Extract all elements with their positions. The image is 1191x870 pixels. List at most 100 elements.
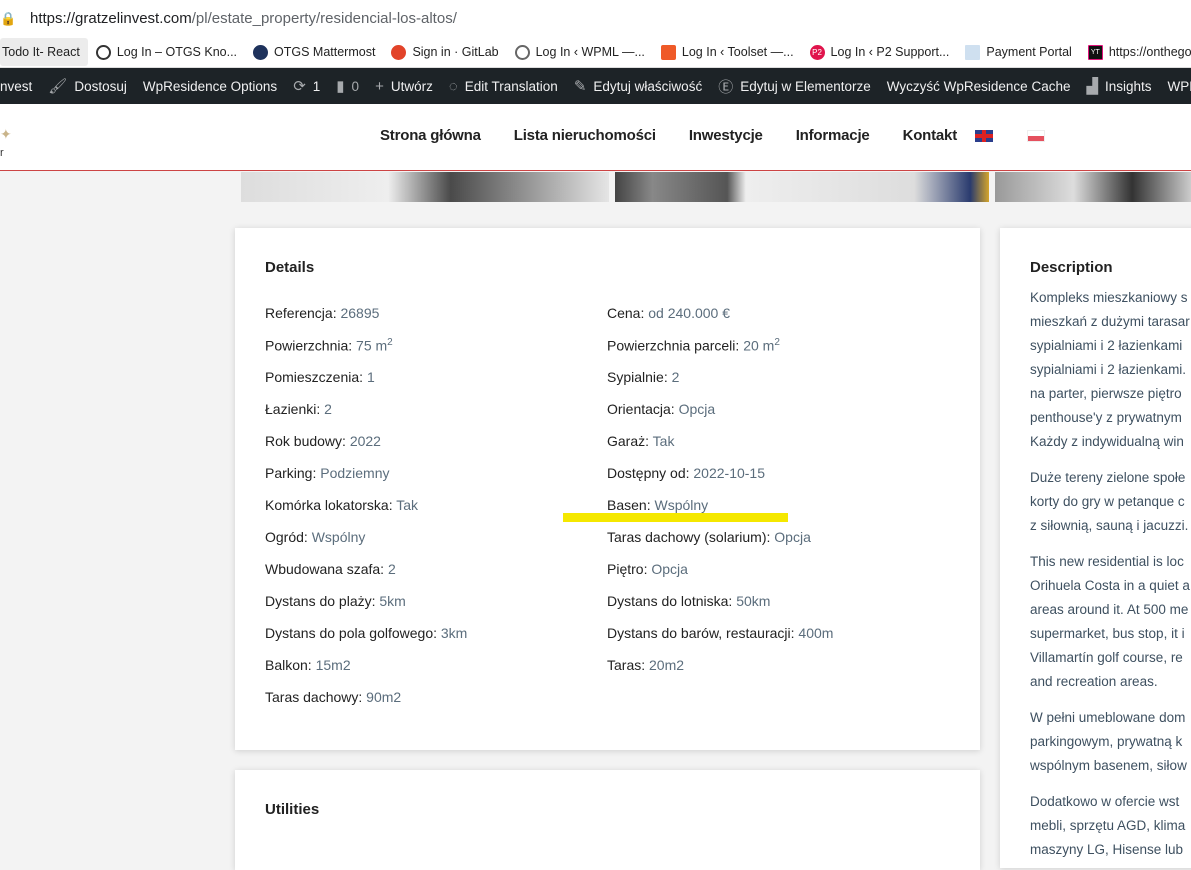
- detail-label: Cena:: [607, 305, 645, 321]
- gallery-image[interactable]: [241, 172, 609, 202]
- bookmark-wpml[interactable]: Log In ‹ WPML —...: [507, 38, 653, 66]
- description-line: W pełni umeblowane dom: [1030, 710, 1186, 725]
- admin-elementor[interactable]: Ⓔ Edytuj w Elementorze: [710, 76, 879, 97]
- detail-row: Pomieszczenia: 1: [265, 369, 375, 385]
- description-line: Dodatkowo w ofercie wst: [1030, 794, 1180, 809]
- admin-edit-property[interactable]: ✎ Edytuj właściwość: [566, 77, 710, 95]
- detail-label: Powierzchnia:: [265, 337, 353, 354]
- power-icon: [95, 44, 111, 60]
- detail-value: Opcja: [774, 529, 811, 545]
- gallery-image[interactable]: [615, 172, 989, 202]
- bookmarks-bar: Todo It- React Log In – OTGS Kno... OTGS…: [0, 37, 1191, 68]
- description-line: Villamartín golf course, re: [1030, 650, 1183, 665]
- flag-pl-icon[interactable]: [1027, 130, 1045, 142]
- bookmark-onthego[interactable]: YThttps://onthegosyst...: [1080, 38, 1191, 66]
- admin-updates[interactable]: ⟳ 1: [285, 77, 328, 95]
- admin-comments[interactable]: ▮ 0: [328, 77, 367, 95]
- detail-label: Wbudowana szafa:: [265, 561, 385, 577]
- details-card: Details Referencja: 26895 Powierzchnia: 7…: [235, 228, 980, 750]
- detail-row: Parking: Podziemny: [265, 465, 390, 481]
- highlight-mark: [563, 513, 788, 522]
- detail-label: Referencja:: [265, 305, 337, 321]
- detail-label: Basen:: [607, 497, 651, 513]
- mattermost-icon: [253, 44, 269, 60]
- description-line: dekoracje, pościel, ręcznik: [1030, 866, 1188, 868]
- admin-more[interactable]: WPFo: [1160, 79, 1191, 94]
- description-card: Description Kompleks mieszkaniowy s miesz…: [1000, 228, 1191, 868]
- detail-value: Tak: [396, 497, 419, 513]
- p2-icon: P2: [809, 44, 825, 60]
- detail-row: Dystans do plaży: 5km: [265, 593, 406, 609]
- admin-edit-translation[interactable]: ◌ Edit Translation: [441, 78, 566, 95]
- detail-label: Pomieszczenia:: [265, 369, 364, 385]
- youtrack-icon: YT: [1087, 44, 1103, 60]
- detail-row: Basen: Wspólny: [607, 497, 708, 513]
- admin-insights[interactable]: ▟ Insights: [1078, 77, 1159, 95]
- bookmark-otgs-kb[interactable]: Log In – OTGS Kno...: [88, 38, 245, 66]
- wp-admin-bar: nvest 🖌 Dostosuj WpResidence Options ⟳ 1 ▮…: [0, 68, 1191, 104]
- description-line: supermarket, bus stop, it i: [1030, 626, 1185, 641]
- detail-label: Piętro:: [607, 561, 648, 577]
- detail-row: Powierzchnia: 75 m2: [265, 337, 393, 354]
- detail-value: 2022-10-15: [693, 465, 766, 481]
- detail-value: od 240.000 €: [648, 305, 730, 321]
- nav-investments[interactable]: Inwestycje: [689, 127, 763, 144]
- detail-label: Taras dachowy:: [265, 689, 363, 705]
- document-icon: [965, 44, 981, 60]
- bookmark-payment[interactable]: Payment Portal: [957, 38, 1079, 66]
- detail-label: Łazienki:: [265, 401, 321, 417]
- detail-value: Wspólny: [654, 497, 709, 513]
- bookmark-todo[interactable]: Todo It- React: [0, 38, 88, 66]
- admin-clear-cache[interactable]: Wyczyść WpResidence Cache: [879, 79, 1079, 94]
- bookmark-gitlab[interactable]: Sign in · GitLab: [383, 38, 506, 66]
- nav-info[interactable]: Informacje: [796, 127, 870, 144]
- toolset-icon: [660, 44, 676, 60]
- gallery-image[interactable]: [995, 172, 1191, 202]
- detail-value: 400m: [798, 625, 834, 641]
- pencil-icon: ✎: [573, 78, 587, 95]
- elementor-icon: Ⓔ: [718, 78, 734, 96]
- detail-label: Powierzchnia parceli:: [607, 337, 740, 354]
- description-line: penthouse'y z prywatnym: [1030, 410, 1182, 425]
- description-line: sypialniami i 2 łazienkami.: [1030, 362, 1187, 377]
- bookmark-toolset[interactable]: Log In ‹ Toolset —...: [653, 38, 802, 66]
- admin-new[interactable]: + Utwórz: [367, 78, 441, 95]
- detail-label: Ogród:: [265, 529, 308, 545]
- description-line: wspólnym basenem, siłow: [1030, 758, 1187, 773]
- detail-row: Referencja: 26895: [265, 305, 379, 321]
- detail-value: 20m2: [649, 657, 685, 673]
- detail-row: Dostępny od: 2022-10-15: [607, 465, 765, 481]
- nav-contact[interactable]: Kontakt: [903, 127, 958, 144]
- address-bar[interactable]: 🔒 https://gratzelinvest.com/pl/estate_pr…: [0, 0, 1191, 37]
- description-line: z siłownią, sauną i jacuzzi.: [1030, 518, 1189, 533]
- admin-options[interactable]: WpResidence Options: [135, 79, 285, 94]
- detail-value: 90m2: [366, 689, 402, 705]
- detail-label: Taras dachowy (solarium):: [607, 529, 771, 545]
- admin-customize[interactable]: 🖌 Dostosuj: [40, 77, 135, 95]
- detail-label: Sypialnie:: [607, 369, 668, 385]
- detail-label: Dystans do lotniska:: [607, 593, 733, 609]
- detail-label: Taras:: [607, 657, 646, 673]
- admin-site[interactable]: nvest: [0, 79, 40, 94]
- bookmark-p2[interactable]: P2 Log In ‹ P2 Support...: [802, 38, 958, 66]
- detail-unit-exponent: 2: [774, 337, 780, 348]
- nav-home[interactable]: Strona główna: [380, 127, 481, 144]
- flag-en-icon[interactable]: [975, 130, 993, 142]
- url-text[interactable]: https://gratzelinvest.com/pl/estate_prop…: [30, 10, 457, 27]
- detail-row: Sypialnie: 2: [607, 369, 679, 385]
- detail-label: Komórka lokatorska:: [265, 497, 393, 513]
- detail-value: 26895: [340, 305, 380, 321]
- detail-row: Garaż: Tak: [607, 433, 674, 449]
- detail-label: Parking:: [265, 465, 317, 481]
- detail-row: Piętro: Opcja: [607, 561, 688, 577]
- detail-value: 1: [366, 369, 375, 385]
- comment-icon: ▮: [336, 78, 345, 95]
- nav-listings[interactable]: Lista nieruchomości: [514, 127, 656, 144]
- detail-row: Dystans do pola golfowego: 3km: [265, 625, 467, 641]
- detail-row: Ogród: Wspólny: [265, 529, 365, 545]
- bookmark-mattermost[interactable]: OTGS Mattermost: [245, 38, 383, 66]
- detail-value: Opcja: [651, 561, 688, 577]
- detail-label: Balkon:: [265, 657, 312, 673]
- refresh-icon: ⟳: [293, 78, 306, 95]
- logo[interactable]: ✦ r: [0, 126, 12, 159]
